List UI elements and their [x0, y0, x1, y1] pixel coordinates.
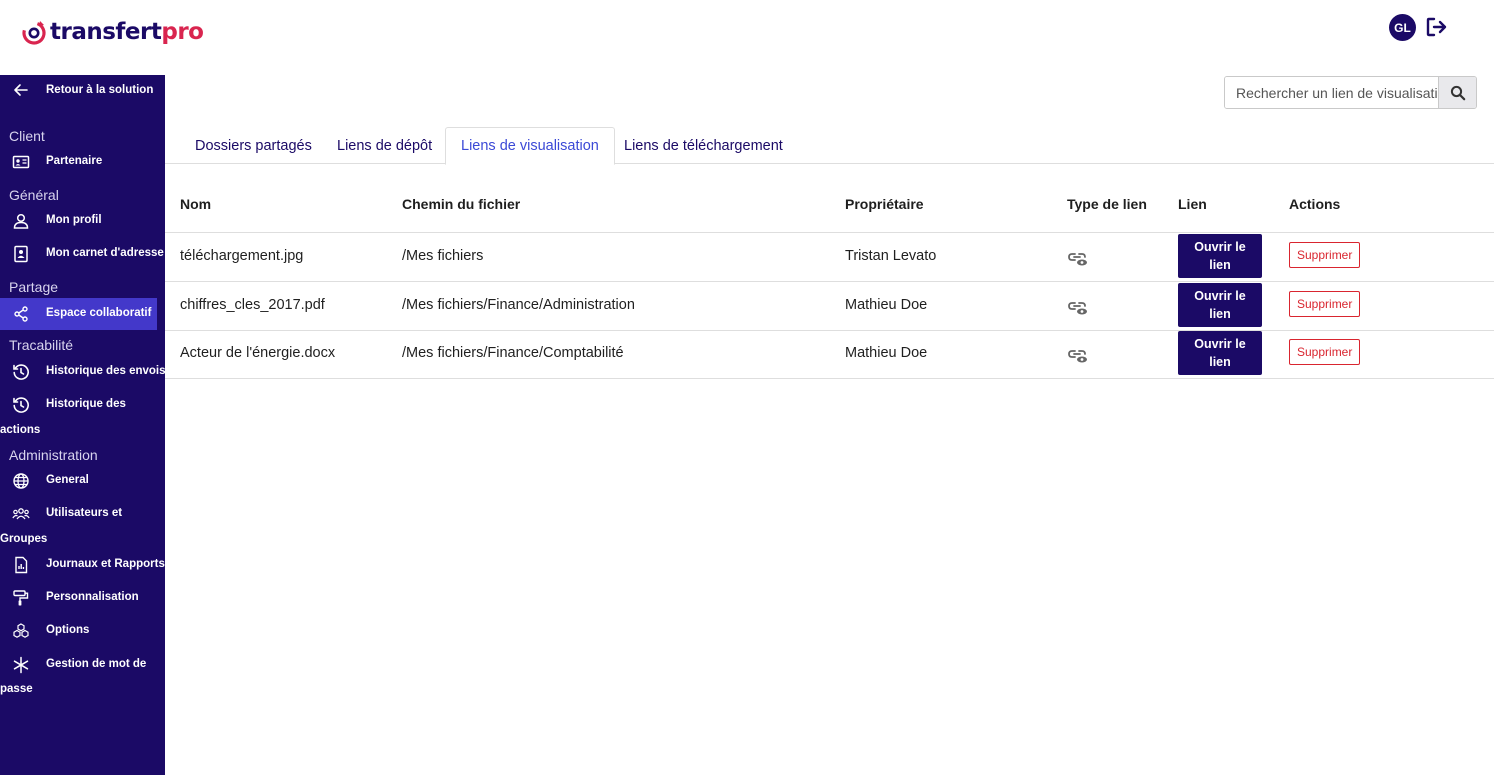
column-header-chemin[interactable]: Chemin du fichier: [402, 196, 520, 212]
cell-proprietaire: Mathieu Doe: [845, 345, 928, 361]
history-icon: [12, 363, 30, 381]
report-icon: [12, 556, 30, 574]
logout-icon[interactable]: [1425, 16, 1449, 38]
sidebar-item-historique-envois[interactable]: Historique des envois: [0, 356, 166, 388]
sidebar-item-options[interactable]: Options: [0, 615, 157, 647]
sidebar-item-label: Journaux et Rapports: [46, 558, 165, 570]
section-administration: Administration: [9, 447, 98, 463]
paint-roller-icon: [12, 589, 30, 607]
view-link-icon: [1067, 296, 1089, 318]
sidebar-item-label: General: [46, 474, 89, 486]
users-icon: [12, 505, 30, 523]
share-icon: [12, 305, 30, 323]
id-card-icon: [12, 153, 30, 171]
sidebar-item-label-wrap: passe: [0, 683, 33, 695]
sidebar-item-personnalisation[interactable]: Personnalisation: [0, 582, 157, 614]
section-client: Client: [9, 128, 45, 144]
sidebar-item-label: Historique des envois: [46, 365, 166, 377]
sidebar-item-label: Gestion de mot de: [46, 658, 147, 670]
asterisk-icon: [12, 656, 30, 674]
section-general: Général: [9, 187, 59, 203]
sidebar-item-label: Mon carnet d'adresse: [46, 247, 164, 259]
logo-text-part2: pro: [161, 19, 204, 45]
back-label: Retour à la solution: [46, 84, 154, 96]
logo-mark-icon: [20, 18, 48, 46]
logo-text: transfertpro: [50, 19, 204, 45]
history-icon: [12, 396, 30, 414]
search-icon: [1450, 85, 1465, 100]
open-link-button[interactable]: Ouvrir le lien: [1178, 283, 1262, 327]
tab-liens-de-depot[interactable]: Liens de dépôt: [322, 127, 447, 164]
cell-nom: chiffres_cles_2017.pdf: [180, 297, 325, 313]
delete-button[interactable]: Supprimer: [1289, 242, 1361, 268]
address-book-icon: [12, 245, 30, 263]
sidebar-item-journaux-rapports[interactable]: Journaux et Rapports: [0, 549, 165, 581]
tab-bar: Dossiers partagés Liens de dépôt Liens d…: [165, 127, 1494, 165]
tab-liens-de-visualisation[interactable]: Liens de visualisation: [445, 127, 615, 165]
sidebar-item-general[interactable]: General: [0, 465, 157, 497]
cell-nom: téléchargement.jpg: [180, 248, 304, 264]
globe-icon: [12, 472, 30, 490]
sidebar-item-label: Utilisateurs et: [46, 507, 123, 519]
search-button[interactable]: [1438, 77, 1476, 108]
sidebar-item-label: Partenaire: [46, 155, 103, 167]
sidebar-item-carnet-adresse[interactable]: Mon carnet d'adresse: [0, 238, 164, 270]
column-header-proprietaire[interactable]: Propriétaire: [845, 196, 924, 212]
open-link-button[interactable]: Ouvrir le lien: [1178, 331, 1262, 375]
cubes-icon: [12, 622, 30, 640]
section-tracabilite: Tracabilité: [9, 337, 74, 353]
arrow-left-icon: [12, 81, 30, 99]
column-header-actions: Actions: [1289, 196, 1341, 212]
delete-button[interactable]: Supprimer: [1289, 291, 1361, 317]
sidebar-item-gestion-mot-de-passe[interactable]: Gestion de mot de passe: [0, 649, 157, 695]
table-row: Acteur de l'énergie.docx /Mes fichiers/F…: [165, 330, 1494, 379]
table-row: chiffres_cles_2017.pdf /Mes fichiers/Fin…: [165, 282, 1494, 331]
logo-text-part1: transfert: [50, 19, 162, 45]
sidebar-item-label: Personnalisation: [46, 591, 139, 603]
cell-proprietaire: Tristan Levato: [845, 248, 937, 264]
search-input[interactable]: [1225, 77, 1439, 108]
sidebar-item-espace-collaboratif[interactable]: Espace collaboratif: [0, 298, 157, 330]
transfertpro-logo[interactable]: transfertpro: [20, 18, 204, 46]
top-header: transfertpro GL: [0, 0, 1494, 75]
cell-chemin: /Mes fichiers/Finance/Administration: [402, 297, 635, 313]
column-header-type[interactable]: Type de lien: [1067, 196, 1147, 212]
user-icon: [12, 212, 30, 230]
sidebar-item-mon-profil[interactable]: Mon profil: [0, 205, 157, 237]
cell-nom: Acteur de l'énergie.docx: [180, 345, 336, 361]
sidebar-item-label-wrap: actions: [0, 424, 41, 436]
cell-proprietaire: Mathieu Doe: [845, 297, 928, 313]
sidebar: Retour à la solution Client Partenaire G…: [0, 75, 166, 775]
sidebar-item-historique-actions[interactable]: Historique des actions: [0, 389, 157, 436]
column-header-nom[interactable]: Nom: [180, 196, 211, 212]
tab-liens-de-telechargement[interactable]: Liens de téléchargement: [609, 127, 798, 164]
sidebar-item-label-wrap: Groupes: [0, 533, 48, 545]
tab-dossiers-partages[interactable]: Dossiers partagés: [180, 127, 327, 164]
view-link-icon: [1067, 247, 1089, 269]
back-to-solution-link[interactable]: Retour à la solution: [0, 75, 165, 107]
sidebar-item-partenaire[interactable]: Partenaire: [0, 146, 157, 178]
cell-chemin: /Mes fichiers/Finance/Comptabilité: [402, 345, 624, 361]
user-avatar[interactable]: GL: [1389, 14, 1416, 41]
table-row: téléchargement.jpg /Mes fichiers Tristan…: [165, 233, 1494, 282]
sidebar-item-label: Espace collaboratif: [46, 307, 152, 319]
delete-button[interactable]: Supprimer: [1289, 339, 1361, 365]
open-link-button[interactable]: Ouvrir le lien: [1178, 234, 1262, 278]
column-header-lien: Lien: [1178, 196, 1207, 212]
sidebar-item-label: Mon profil: [46, 214, 102, 226]
view-link-icon: [1067, 344, 1089, 366]
sidebar-item-utilisateurs-groupes[interactable]: Utilisateurs et Groupes: [0, 498, 157, 545]
section-partage: Partage: [9, 279, 59, 295]
cell-chemin: /Mes fichiers: [402, 248, 484, 264]
search-bar: [1224, 76, 1477, 109]
sidebar-item-label: Historique des: [46, 398, 126, 410]
table-header: Nom Chemin du fichier Propriétaire Type …: [165, 180, 1494, 233]
sidebar-item-label: Options: [46, 624, 90, 636]
